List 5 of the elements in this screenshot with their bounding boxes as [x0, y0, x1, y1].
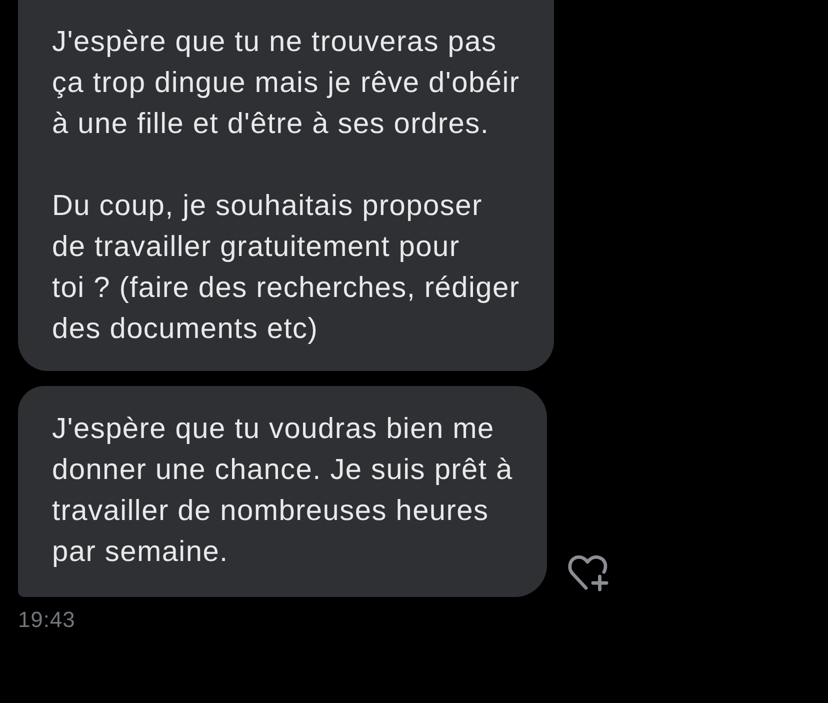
message-text: J'espère que tu voudras bien me donner une chance. Je suis prêt à travailler de nombreuses heures par semaine. — [52, 412, 513, 570]
message-timestamp: 19:43 — [18, 606, 76, 634]
message-text: Du coup, je souhaitais proposer de travailler gratuitement pour toi ? (faire des recherches, rédiger des documents etc) — [52, 189, 520, 347]
message-text: J'espère que tu ne trouveras pas ça trop dingue mais je rêve d'obéir à une fille et d'être à ses ordres. — [52, 25, 520, 142]
heart-plus-icon[interactable] — [566, 553, 609, 592]
